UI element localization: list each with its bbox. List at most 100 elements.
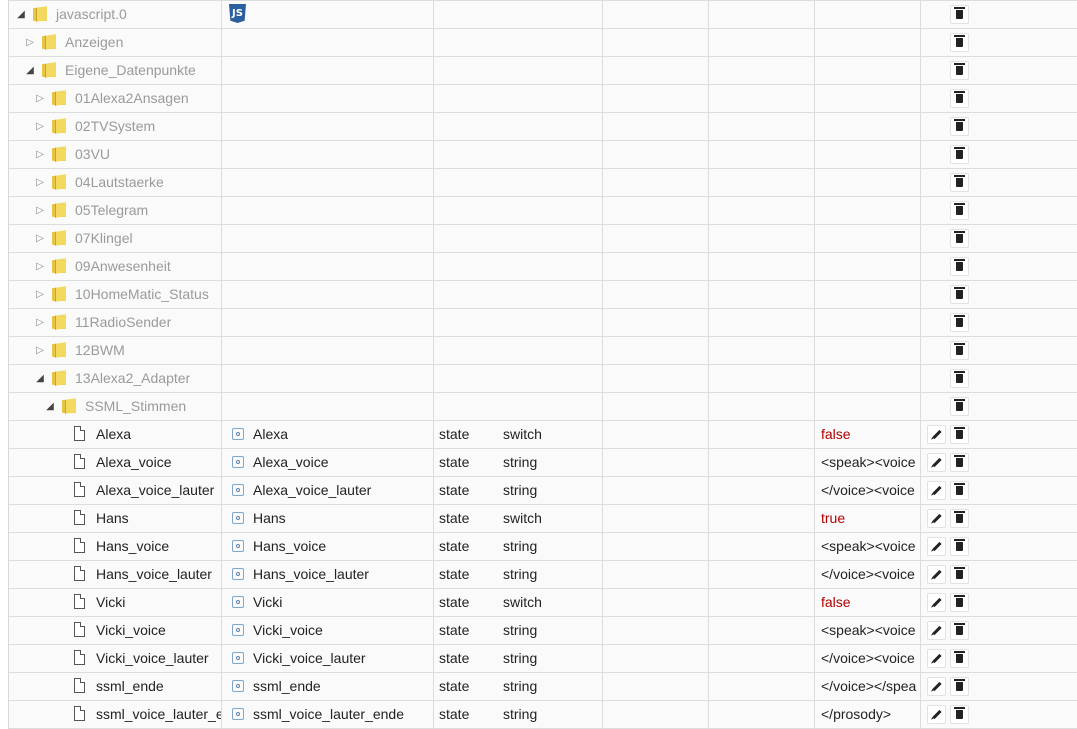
edit-button[interactable] — [927, 425, 946, 444]
cell-cname: Alexa_voice_lauter — [221, 477, 434, 504]
delete-button[interactable] — [950, 649, 969, 668]
state-value[interactable]: false — [821, 421, 851, 448]
tree-row-state[interactable]: Vicki Vicki state switch false — [9, 589, 1077, 617]
tree-row-folder[interactable]: ▷ 02TVSystem — [9, 113, 1077, 141]
delete-button[interactable] — [950, 621, 969, 640]
tree-row-folder[interactable]: ▷ 05Telegram — [9, 197, 1077, 225]
delete-button[interactable] — [950, 257, 969, 276]
trash-icon — [954, 651, 965, 663]
delete-button[interactable] — [950, 61, 969, 80]
tree-row-folder[interactable]: ◢ 13Alexa2_Adapter — [9, 365, 1077, 393]
tree-row-folder[interactable]: ◢ Eigene_Datenpunkte — [9, 57, 1077, 85]
caret-down-icon[interactable]: ◢ — [15, 1, 27, 28]
tree-row-state[interactable]: Alexa_voice_lauter Alexa_voice_lauter stat… — [9, 477, 1077, 505]
edit-button[interactable] — [927, 649, 946, 668]
cell-name: ▷ 01Alexa2Ansagen — [9, 85, 221, 112]
delete-button[interactable] — [950, 201, 969, 220]
caret-right-icon[interactable]: ▷ — [34, 113, 46, 140]
edit-button[interactable] — [927, 481, 946, 500]
edit-button[interactable] — [927, 593, 946, 612]
edit-button[interactable] — [927, 509, 946, 528]
delete-button[interactable] — [950, 453, 969, 472]
tree-row-state[interactable]: Hans_voice_lauter Hans_voice_lauter state s… — [9, 561, 1077, 589]
tree-row-state[interactable]: Vicki_voice Vicki_voice state string <speak>… — [9, 617, 1077, 645]
state-value[interactable]: </voice><voice — [821, 645, 915, 672]
caret-right-icon[interactable]: ▷ — [34, 85, 46, 112]
delete-button[interactable] — [950, 509, 969, 528]
tree-row-folder[interactable]: ▷ 03VU — [9, 141, 1077, 169]
cell-name: Alexa — [9, 421, 221, 448]
tree-row-state[interactable]: Alexa Alexa state switch false — [9, 421, 1077, 449]
delete-button[interactable] — [950, 481, 969, 500]
tree-row-folder[interactable]: ▷ 10HomeMatic_Status — [9, 281, 1077, 309]
caret-down-icon[interactable]: ◢ — [24, 57, 36, 84]
file-icon — [74, 706, 85, 721]
delete-button[interactable] — [950, 33, 969, 52]
state-value[interactable]: </voice><voice — [821, 477, 915, 504]
edit-button[interactable] — [927, 705, 946, 724]
delete-button[interactable] — [950, 5, 969, 24]
state-value[interactable]: <speak><voice — [821, 533, 916, 560]
state-value[interactable]: </prosody> — [821, 701, 891, 728]
caret-right-icon[interactable]: ▷ — [34, 309, 46, 336]
caret-right-icon[interactable]: ▷ — [34, 281, 46, 308]
folder-label: SSML_Stimmen — [85, 398, 187, 414]
tree-row-state[interactable]: ssml_ende ssml_ende state string </voice></s… — [9, 673, 1077, 701]
tree-row-folder[interactable]: ◢ javascript.0 JS — [9, 0, 1077, 29]
delete-button[interactable] — [950, 89, 969, 108]
edit-button[interactable] — [927, 621, 946, 640]
delete-button[interactable] — [950, 145, 969, 164]
tree-row-folder[interactable]: ◢ SSML_Stimmen — [9, 393, 1077, 421]
delete-button[interactable] — [950, 313, 969, 332]
delete-button[interactable] — [950, 593, 969, 612]
delete-button[interactable] — [950, 677, 969, 696]
caret-right-icon[interactable]: ▷ — [34, 225, 46, 252]
delete-button[interactable] — [950, 397, 969, 416]
cell-btns — [920, 645, 1077, 672]
state-icon — [232, 484, 244, 496]
caret-right-icon[interactable]: ▷ — [34, 337, 46, 364]
edit-button[interactable] — [927, 453, 946, 472]
state-value[interactable]: </voice></spea — [821, 673, 916, 700]
tree-row-folder[interactable]: ▷ 09Anwesenheit — [9, 253, 1077, 281]
delete-button[interactable] — [950, 285, 969, 304]
edit-button[interactable] — [927, 677, 946, 696]
caret-right-icon[interactable]: ▷ — [34, 169, 46, 196]
cell-name: ssml_ende — [9, 673, 221, 700]
tree-row-state[interactable]: Alexa_voice Alexa_voice state string <speak>… — [9, 449, 1077, 477]
edit-button[interactable] — [927, 537, 946, 556]
delete-button[interactable] — [950, 425, 969, 444]
caret-right-icon[interactable]: ▷ — [34, 253, 46, 280]
delete-button[interactable] — [950, 705, 969, 724]
state-value[interactable]: true — [821, 505, 845, 532]
caret-right-icon[interactable]: ▷ — [34, 141, 46, 168]
delete-button[interactable] — [950, 117, 969, 136]
delete-button[interactable] — [950, 229, 969, 248]
tree-row-folder[interactable]: ▷ Anzeigen — [9, 29, 1077, 57]
caret-down-icon[interactable]: ◢ — [44, 393, 56, 420]
delete-button[interactable] — [950, 565, 969, 584]
edit-button[interactable] — [927, 565, 946, 584]
state-value[interactable]: <speak><voice — [821, 449, 916, 476]
tree-row-state[interactable]: Vicki_voice_lauter Vicki_voice_lauter stat… — [9, 645, 1077, 673]
caret-right-icon[interactable]: ▷ — [24, 29, 36, 56]
tree-row-folder[interactable]: ▷ 01Alexa2Ansagen — [9, 85, 1077, 113]
tree-row-state[interactable]: ssml_voice_lauter_ende ssml_voice_lauter_… — [9, 701, 1077, 729]
delete-button[interactable] — [950, 537, 969, 556]
caret-down-icon[interactable]: ◢ — [34, 365, 46, 392]
cell-btns — [920, 309, 1077, 336]
tree-row-folder[interactable]: ▷ 12BWM — [9, 337, 1077, 365]
delete-button[interactable] — [950, 341, 969, 360]
delete-button[interactable] — [950, 173, 969, 192]
tree-row-state[interactable]: Hans Hans state switch true — [9, 505, 1077, 533]
tree-row-folder[interactable]: ▷ 11RadioSender — [9, 309, 1077, 337]
state-value[interactable]: </voice><voice — [821, 561, 915, 588]
state-role: string — [503, 482, 538, 498]
tree-row-folder[interactable]: ▷ 07Klingel — [9, 225, 1077, 253]
state-value[interactable]: false — [821, 589, 851, 616]
tree-row-folder[interactable]: ▷ 04Lautstaerke — [9, 169, 1077, 197]
state-value[interactable]: <speak><voice — [821, 617, 916, 644]
delete-button[interactable] — [950, 369, 969, 388]
caret-right-icon[interactable]: ▷ — [34, 197, 46, 224]
tree-row-state[interactable]: Hans_voice Hans_voice state string <speak><v… — [9, 533, 1077, 561]
